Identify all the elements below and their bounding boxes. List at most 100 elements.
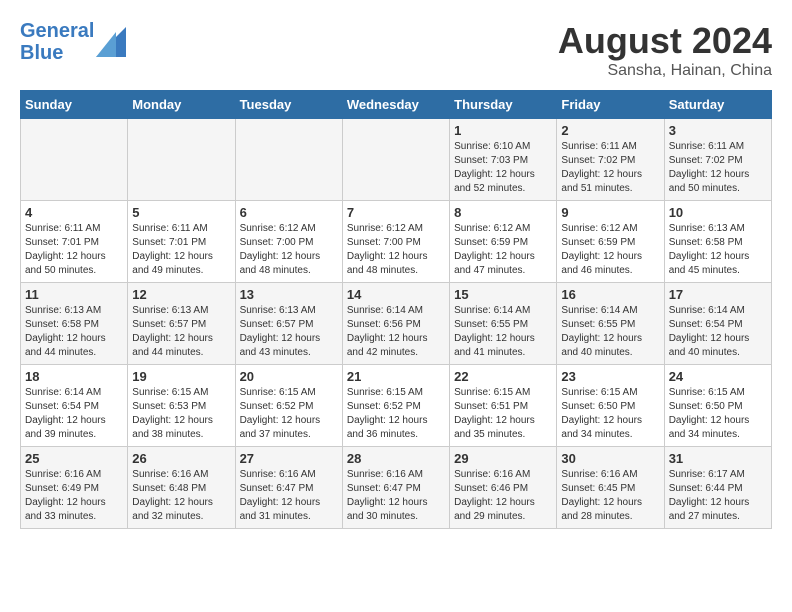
day-number: 13 [240,287,338,302]
day-number: 3 [669,123,767,138]
calendar-day-cell: 19Sunrise: 6:15 AM Sunset: 6:53 PM Dayli… [128,365,235,447]
calendar-day-header: Tuesday [235,91,342,119]
calendar-day-cell: 1 Sunrise: 6:10 AM Sunset: 7:03 PM Daylig… [450,119,557,201]
calendar-day-cell: 7 Sunrise: 6:12 AM Sunset: 7:00 PM Daylig… [342,201,449,283]
day-number: 27 [240,451,338,466]
calendar-week-row: 25 Sunrise: 6:16 AM Sunset: 6:49 PM Dayli… [21,447,772,529]
calendar-week-row: 18 Sunrise: 6:14 AM Sunset: 6:54 PM Dayli… [21,365,772,447]
calendar-day-cell: 8 Sunrise: 6:12 AM Sunset: 6:59 PM Daylig… [450,201,557,283]
calendar-day-header: Saturday [664,91,771,119]
day-number: 18 [25,369,123,384]
calendar-day-cell: 25 Sunrise: 6:16 AM Sunset: 6:49 PM Dayli… [21,447,128,529]
day-info: Sunrise: 6:15 AM Sunset: 6:50 PM Dayligh… [561,386,659,442]
calendar-day-cell: 13 Sunrise: 6:13 AM Sunset: 6:57 PM Dayli… [235,283,342,365]
day-number: 1 [454,123,552,138]
day-number: 20 [240,369,338,384]
calendar-day-cell [21,119,128,201]
day-number: 29 [454,451,552,466]
calendar-day-cell: 6 Sunrise: 6:12 AM Sunset: 7:00 PM Daylig… [235,201,342,283]
day-info: Sunrise: 6:12 AM Sunset: 7:00 PM Dayligh… [240,222,338,278]
location-subtitle: Sansha, Hainan, China [558,62,772,80]
day-info: Sunrise: 6:14 AM Sunset: 6:54 PM Dayligh… [669,304,767,360]
day-info: Sunrise: 6:14 AM Sunset: 6:54 PM Dayligh… [25,386,123,442]
day-info: Sunrise: 6:14 AM Sunset: 6:56 PM Dayligh… [347,304,445,360]
day-info: Sunrise: 6:15 AM Sunset: 6:52 PM Dayligh… [347,386,445,442]
calendar-day-header: Sunday [21,91,128,119]
calendar-day-header: Wednesday [342,91,449,119]
day-number: 17 [669,287,767,302]
calendar-header-row: SundayMondayTuesdayWednesdayThursdayFrid… [21,91,772,119]
calendar-day-cell: 27 Sunrise: 6:16 AM Sunset: 6:47 PM Dayli… [235,447,342,529]
calendar-day-cell: 2Sunrise: 6:11 AM Sunset: 7:02 PM Daylig… [557,119,664,201]
day-info: Sunrise: 6:12 AM Sunset: 6:59 PM Dayligh… [561,222,659,278]
calendar-day-cell: 18 Sunrise: 6:14 AM Sunset: 6:54 PM Dayli… [21,365,128,447]
calendar-day-cell [235,119,342,201]
calendar-day-cell: 10 Sunrise: 6:13 AM Sunset: 6:58 PM Dayli… [664,201,771,283]
day-info: Sunrise: 6:12 AM Sunset: 6:59 PM Dayligh… [454,222,552,278]
day-info: Sunrise: 6:16 AM Sunset: 6:48 PM Dayligh… [132,468,230,524]
day-info: Sunrise: 6:11 AM Sunset: 7:01 PM Dayligh… [132,222,230,278]
calendar-day-header: Thursday [450,91,557,119]
day-number: 6 [240,205,338,220]
day-info: Sunrise: 6:11 AM Sunset: 7:01 PM Dayligh… [25,222,123,278]
calendar-day-cell [128,119,235,201]
month-year-title: August 2024 [558,20,772,62]
day-number: 22 [454,369,552,384]
day-info: Sunrise: 6:13 AM Sunset: 6:57 PM Dayligh… [240,304,338,360]
day-info: Sunrise: 6:14 AM Sunset: 6:55 PM Dayligh… [454,304,552,360]
day-number: 31 [669,451,767,466]
day-info: Sunrise: 6:16 AM Sunset: 6:45 PM Dayligh… [561,468,659,524]
day-number: 9 [561,205,659,220]
day-info: Sunrise: 6:15 AM Sunset: 6:52 PM Dayligh… [240,386,338,442]
day-info: Sunrise: 6:16 AM Sunset: 6:47 PM Dayligh… [240,468,338,524]
calendar-day-cell: 5 Sunrise: 6:11 AM Sunset: 7:01 PM Daylig… [128,201,235,283]
day-number: 25 [25,451,123,466]
day-info: Sunrise: 6:16 AM Sunset: 6:49 PM Dayligh… [25,468,123,524]
calendar-day-cell: 21 Sunrise: 6:15 AM Sunset: 6:52 PM Dayli… [342,365,449,447]
day-number: 26 [132,451,230,466]
day-info: Sunrise: 6:13 AM Sunset: 6:58 PM Dayligh… [25,304,123,360]
calendar-day-cell: 14 Sunrise: 6:14 AM Sunset: 6:56 PM Dayli… [342,283,449,365]
day-number: 21 [347,369,445,384]
day-info: Sunrise: 6:12 AM Sunset: 7:00 PM Dayligh… [347,222,445,278]
day-number: 28 [347,451,445,466]
day-info: Sunrise: 6:15 AM Sunset: 6:53 PM Dayligh… [132,386,230,442]
calendar-day-cell: 17 Sunrise: 6:14 AM Sunset: 6:54 PM Dayli… [664,283,771,365]
calendar-table: SundayMondayTuesdayWednesdayThursdayFrid… [20,90,772,529]
day-number: 10 [669,205,767,220]
day-number: 24 [669,369,767,384]
calendar-day-cell: 12Sunrise: 6:13 AM Sunset: 6:57 PM Dayli… [128,283,235,365]
logo-icon [96,27,126,57]
calendar-day-cell: 16 Sunrise: 6:14 AM Sunset: 6:55 PM Dayli… [557,283,664,365]
title-block: August 2024 Sansha, Hainan, China [558,20,772,80]
calendar-day-cell: 22Sunrise: 6:15 AM Sunset: 6:51 PM Dayli… [450,365,557,447]
day-info: Sunrise: 6:10 AM Sunset: 7:03 PM Dayligh… [454,140,552,196]
calendar-day-cell: 31Sunrise: 6:17 AM Sunset: 6:44 PM Dayli… [664,447,771,529]
calendar-day-cell: 24Sunrise: 6:15 AM Sunset: 6:50 PM Dayli… [664,365,771,447]
day-info: Sunrise: 6:16 AM Sunset: 6:47 PM Dayligh… [347,468,445,524]
day-number: 15 [454,287,552,302]
page-header: General Blue August 2024 Sansha, Hainan,… [20,20,772,80]
day-info: Sunrise: 6:14 AM Sunset: 6:55 PM Dayligh… [561,304,659,360]
calendar-day-header: Monday [128,91,235,119]
day-info: Sunrise: 6:11 AM Sunset: 7:02 PM Dayligh… [561,140,659,196]
day-number: 8 [454,205,552,220]
calendar-day-cell: 9 Sunrise: 6:12 AM Sunset: 6:59 PM Daylig… [557,201,664,283]
day-number: 16 [561,287,659,302]
day-number: 30 [561,451,659,466]
day-number: 7 [347,205,445,220]
day-info: Sunrise: 6:13 AM Sunset: 6:58 PM Dayligh… [669,222,767,278]
day-number: 5 [132,205,230,220]
day-info: Sunrise: 6:16 AM Sunset: 6:46 PM Dayligh… [454,468,552,524]
calendar-day-cell: 28 Sunrise: 6:16 AM Sunset: 6:47 PM Dayli… [342,447,449,529]
calendar-day-cell: 23Sunrise: 6:15 AM Sunset: 6:50 PM Dayli… [557,365,664,447]
calendar-day-cell: 11Sunrise: 6:13 AM Sunset: 6:58 PM Dayli… [21,283,128,365]
calendar-day-cell: 15 Sunrise: 6:14 AM Sunset: 6:55 PM Dayli… [450,283,557,365]
day-number: 12 [132,287,230,302]
day-number: 14 [347,287,445,302]
calendar-day-cell: 20 Sunrise: 6:15 AM Sunset: 6:52 PM Dayli… [235,365,342,447]
calendar-day-cell: 30 Sunrise: 6:16 AM Sunset: 6:45 PM Dayli… [557,447,664,529]
calendar-day-header: Friday [557,91,664,119]
logo-text: General Blue [20,20,94,64]
calendar-day-cell: 29 Sunrise: 6:16 AM Sunset: 6:46 PM Dayli… [450,447,557,529]
